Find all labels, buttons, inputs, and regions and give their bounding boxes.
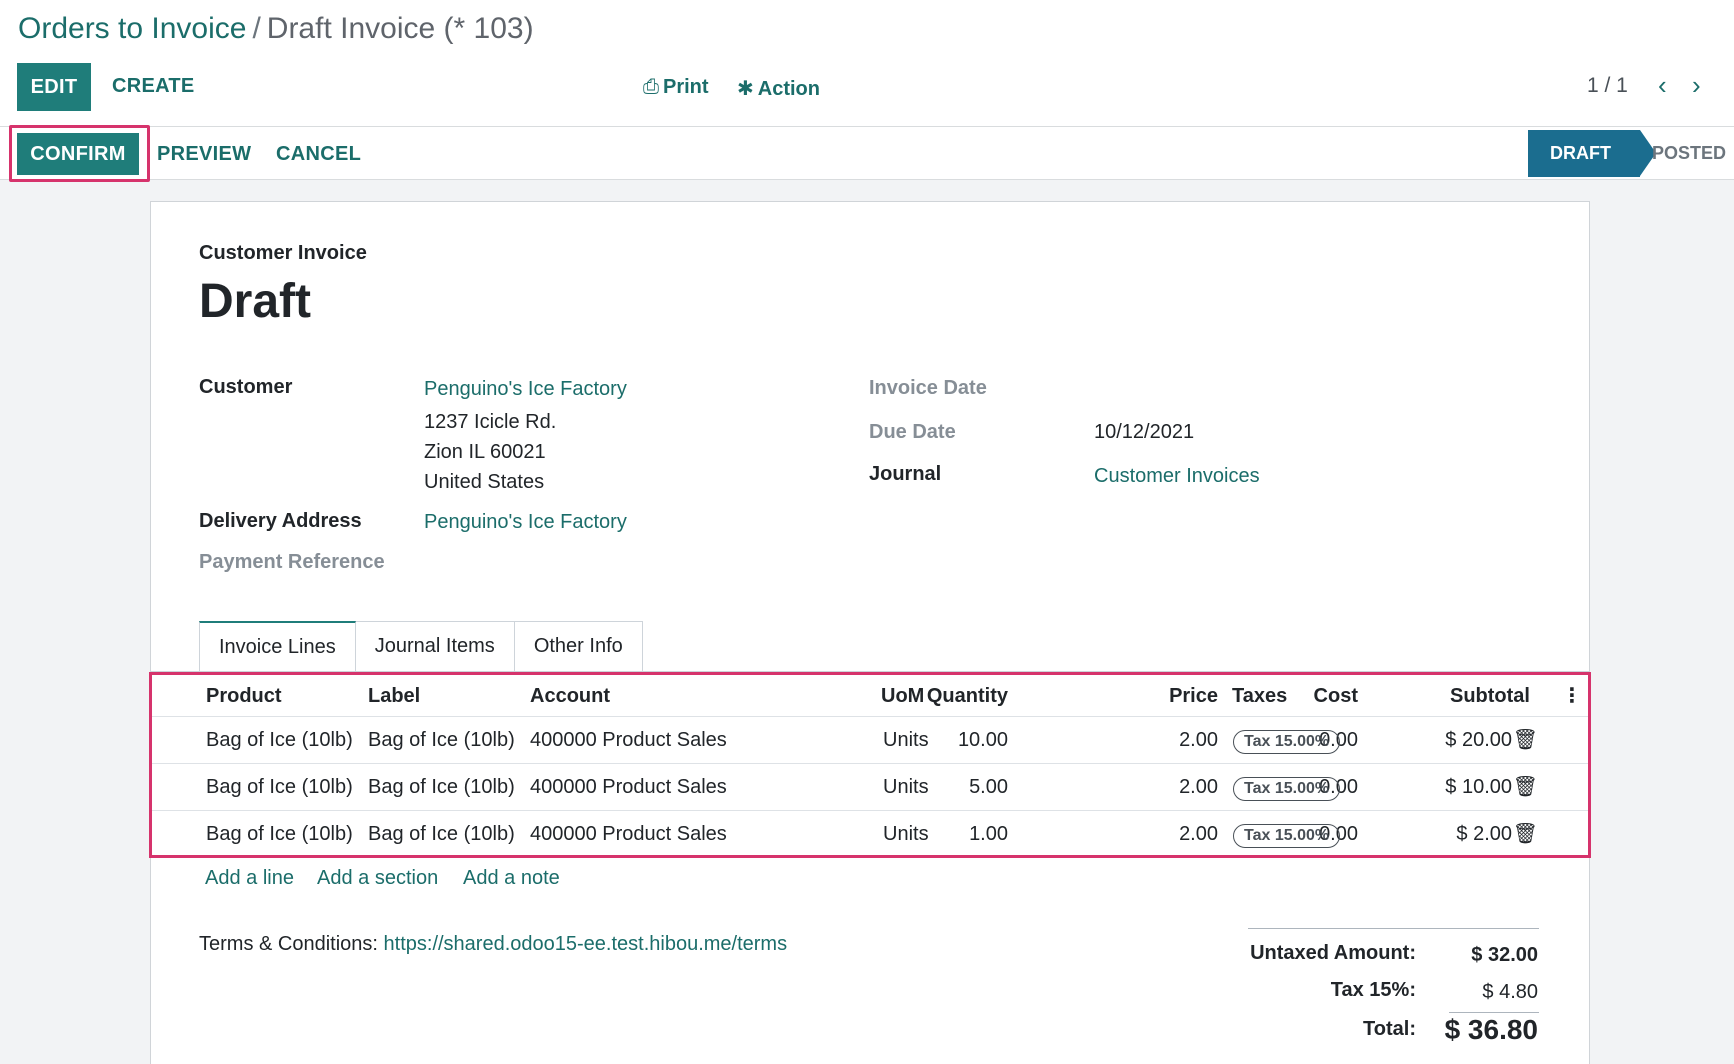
- tab-other-info[interactable]: Other Info: [514, 621, 643, 671]
- confirm-button[interactable]: CONFIRM: [17, 133, 139, 175]
- chevron-left-icon[interactable]: ‹: [1658, 70, 1667, 101]
- action-dropdown[interactable]: ✱ Action: [737, 76, 820, 101]
- notebook-tabs: Invoice Lines Journal Items Other Info: [199, 621, 643, 671]
- print-icon: ⎙: [643, 76, 659, 98]
- breadcrumb: Orders to Invoice / Draft Invoice (* 103): [18, 12, 534, 46]
- invoice-type-label: Customer Invoice: [199, 242, 367, 264]
- add-note-link[interactable]: Add a note: [463, 867, 560, 890]
- tax-amount-label: Tax 15%:: [1330, 979, 1416, 1001]
- tab-journal-items[interactable]: Journal Items: [355, 621, 515, 671]
- breadcrumb-separator: /: [252, 12, 261, 45]
- terms-label: Terms & Conditions:: [199, 933, 378, 955]
- delivery-address-label: Delivery Address: [199, 510, 362, 532]
- delivery-address-link[interactable]: Penguino's Ice Factory: [424, 511, 627, 534]
- create-button[interactable]: CREATE: [112, 75, 195, 98]
- cancel-button[interactable]: CANCEL: [276, 143, 361, 166]
- invoice-name: Draft: [199, 275, 312, 328]
- address-line-1: 1237 Icicle Rd.: [424, 411, 557, 433]
- due-date-value: 10/12/2021: [1094, 421, 1195, 443]
- customer-link[interactable]: Penguino's Ice Factory: [424, 378, 627, 401]
- totals-divider: [1248, 928, 1539, 929]
- terms-and-conditions: Terms & Conditions: https://shared.odoo1…: [199, 933, 787, 956]
- total-divider: [1449, 1012, 1539, 1013]
- invoice-lines-highlight-frame: [149, 672, 1591, 858]
- untaxed-amount-label: Untaxed Amount:: [1250, 942, 1416, 964]
- pager-value[interactable]: 1 / 1: [1587, 74, 1628, 98]
- print-label: Print: [663, 76, 709, 98]
- payment-reference-label: Payment Reference: [199, 551, 385, 573]
- gear-icon: ✱: [737, 78, 754, 100]
- print-dropdown[interactable]: ⎙ Print: [643, 76, 709, 99]
- action-label: Action: [757, 78, 820, 100]
- total-value: $ 36.80: [1444, 1014, 1538, 1045]
- total-label: Total:: [1363, 1018, 1416, 1040]
- untaxed-amount-value: $ 32.00: [1471, 944, 1538, 966]
- edit-button[interactable]: EDIT: [17, 63, 91, 111]
- address-line-2: Zion IL 60021: [424, 441, 546, 463]
- tax-amount-value: $ 4.80: [1482, 981, 1538, 1003]
- tab-invoice-lines[interactable]: Invoice Lines: [199, 621, 356, 671]
- stage-draft[interactable]: DRAFT: [1528, 130, 1656, 177]
- address-line-3: United States: [424, 471, 545, 493]
- add-section-link[interactable]: Add a section: [317, 867, 438, 890]
- journal-link[interactable]: Customer Invoices: [1094, 465, 1260, 488]
- breadcrumb-current: Draft Invoice (* 103): [266, 12, 534, 45]
- preview-button[interactable]: PREVIEW: [157, 143, 251, 166]
- breadcrumb-parent-link[interactable]: Orders to Invoice: [18, 12, 246, 45]
- chevron-right-icon[interactable]: ›: [1692, 70, 1701, 101]
- journal-label: Journal: [869, 463, 942, 485]
- due-date-label: Due Date: [869, 421, 956, 443]
- add-line-link[interactable]: Add a line: [205, 867, 294, 890]
- status-bar: [0, 126, 1734, 180]
- terms-url-link[interactable]: https://shared.odoo15-ee.test.hibou.me/t…: [384, 933, 788, 955]
- customer-label: Customer: [199, 376, 293, 398]
- stage-posted[interactable]: POSTED: [1652, 143, 1726, 164]
- invoice-date-label: Invoice Date: [869, 377, 987, 399]
